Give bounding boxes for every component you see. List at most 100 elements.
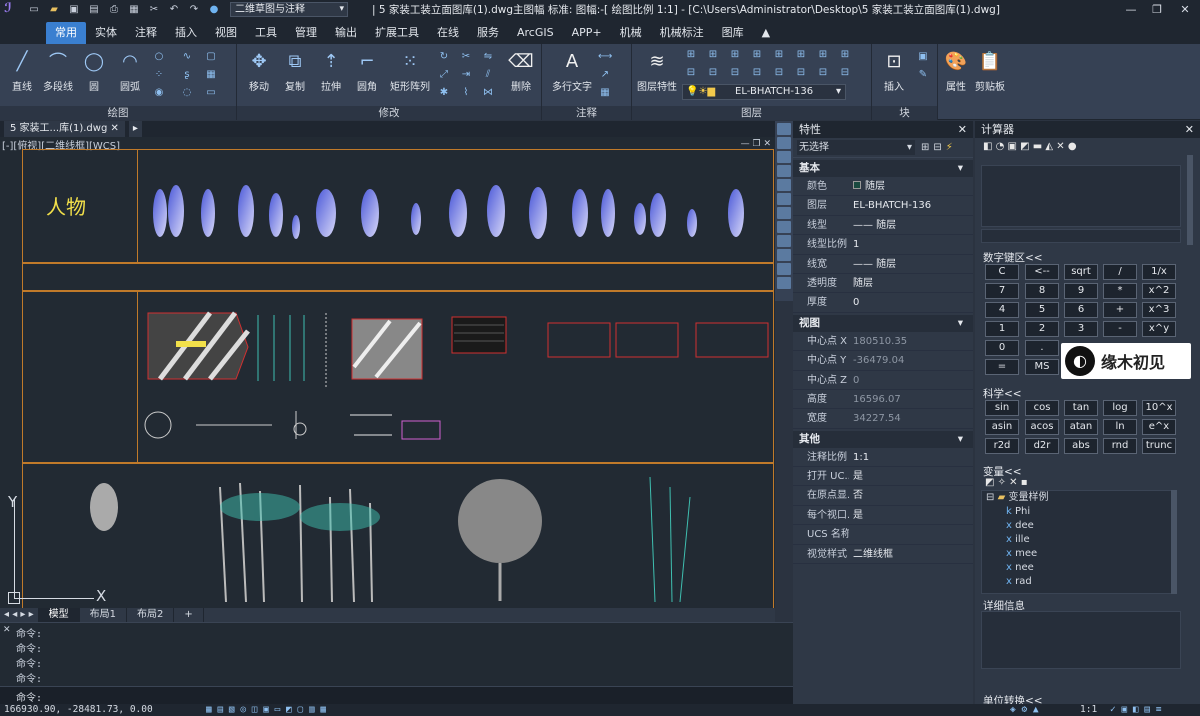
variable-item[interactable]: x ille [982, 533, 1176, 547]
print-icon[interactable]: ⎙ [106, 2, 122, 16]
calc-key[interactable]: d2r [1025, 438, 1059, 454]
new-tab-button[interactable]: ▸ [128, 121, 142, 137]
line-button[interactable]: ╱ 直线 [4, 48, 40, 98]
calc-key[interactable]: e^x [1142, 419, 1176, 435]
sci-label[interactable]: 科学<< [983, 386, 1022, 401]
extend-icon[interactable]: ⇥ [459, 68, 473, 82]
scale-icon[interactable]: ⤢ [437, 68, 451, 82]
tab-mech-dimension[interactable]: 机械标注 [651, 22, 713, 44]
rectangle-icon[interactable]: ▢ [204, 50, 218, 64]
variable-item[interactable]: x mee [982, 547, 1176, 561]
new-file-icon[interactable]: ▭ [26, 2, 42, 16]
table-icon[interactable]: ▦ [598, 86, 612, 100]
rect-array-button[interactable]: ⁙ 矩形阵列 [387, 48, 433, 98]
mirror-icon[interactable]: ⇋ [481, 50, 495, 64]
undo-icon[interactable]: ↶ [166, 2, 182, 16]
mtext-button[interactable]: A 多行文字 [550, 48, 594, 98]
document-tab[interactable]: 5 家装工...库(1).dwg ✕ [4, 121, 125, 137]
calc-key[interactable]: abs [1064, 438, 1098, 454]
point-icon[interactable]: ⁘ [152, 68, 166, 82]
region-icon[interactable]: ◌ [180, 86, 194, 100]
tool-icon[interactable] [777, 221, 791, 233]
calc-key[interactable]: 4 [985, 302, 1019, 318]
tool-icon[interactable] [777, 179, 791, 191]
calc-input[interactable] [981, 229, 1181, 243]
section-view[interactable]: 视图 [793, 314, 973, 332]
circle-button[interactable]: ◯ 圆 [76, 48, 112, 98]
layer-tool-icon[interactable]: ⊞ [772, 48, 786, 62]
variable-tree[interactable]: ⊟ ▰ 变量样例 k Phi x dee x ille x mee x nee … [981, 490, 1177, 594]
cut-icon[interactable]: ✂ [146, 2, 162, 16]
layer-tool-icon[interactable]: ⊟ [684, 66, 698, 80]
open-folder-icon[interactable]: ▰ [46, 2, 62, 16]
calc-key[interactable]: <-- [1025, 264, 1059, 280]
tab-manage[interactable]: 管理 [286, 22, 326, 44]
layer-tool-icon[interactable]: ⊞ [816, 48, 830, 62]
calc-key[interactable]: - [1103, 321, 1137, 337]
layer-tool-icon[interactable]: ⊟ [750, 66, 764, 80]
tool-icon[interactable] [777, 249, 791, 261]
erase-button[interactable]: ⌫ 删除 [503, 48, 539, 98]
save-icon[interactable]: ▣ [66, 2, 82, 16]
tab-online[interactable]: 在线 [428, 22, 468, 44]
calc-key[interactable]: log [1103, 400, 1137, 416]
annotation-scale[interactable]: 1:1 [1080, 704, 1097, 716]
tab-nav-arrows[interactable]: ◂ ◂ ▸ ▸ [0, 608, 39, 622]
numpad-label[interactable]: 数字键区<< [983, 250, 1043, 265]
calc-key[interactable]: . [1025, 340, 1059, 356]
selection-select[interactable]: 无选择 ▾ [797, 140, 915, 155]
tab-app-plus[interactable]: APP+ [563, 22, 611, 44]
pickadd-icon[interactable]: ⚡ [946, 142, 953, 153]
tab-output[interactable]: 输出 [326, 22, 366, 44]
calculator-toolbar[interactable]: ◧ ◔ ▣ ◩ ▬ ◭ ✕ ● [983, 141, 1077, 152]
tab-layout1[interactable]: 布局1 [80, 608, 127, 622]
explode-icon[interactable]: ✱ [437, 86, 451, 100]
layer-tool-icon[interactable]: ⊞ [684, 48, 698, 62]
tab-solid[interactable]: 实体 [86, 22, 126, 44]
fillet-button[interactable]: ⌐ 圆角 [349, 48, 385, 98]
calc-key[interactable]: sqrt [1064, 264, 1098, 280]
scrollbar[interactable] [1187, 155, 1193, 245]
trim-icon[interactable]: ✂ [459, 50, 473, 64]
stretch-button[interactable]: ⇡ 拉伸 [313, 48, 349, 98]
calc-key[interactable]: 8 [1025, 283, 1059, 299]
calc-history[interactable] [981, 165, 1181, 227]
quick-select-icon[interactable]: ⊞ [921, 142, 929, 153]
calc-key[interactable]: 3 [1064, 321, 1098, 337]
break-icon[interactable]: ⌇ [459, 86, 473, 100]
layer-tool-icon[interactable]: ⊟ [706, 66, 720, 80]
close-icon[interactable]: ✕ [958, 121, 967, 138]
tab-library[interactable]: 图库 [713, 22, 753, 44]
create-block-icon[interactable]: ▣ [916, 50, 930, 64]
layer-tool-icon[interactable]: ⊞ [750, 48, 764, 62]
tab-add-layout[interactable]: + [174, 608, 204, 622]
drawing-canvas[interactable]: [-][俯视][二维线框][WCS] — ❐ ✕ 人物 Y X [0, 137, 775, 608]
variable-item[interactable]: x nee [982, 561, 1176, 575]
tool-icon[interactable] [777, 123, 791, 135]
calc-key[interactable]: tan [1064, 400, 1098, 416]
plot-icon[interactable]: ▦ [126, 2, 142, 16]
offset-icon[interactable]: ⫽ [481, 68, 495, 82]
close-icon[interactable]: ✕ [3, 625, 11, 635]
boundary-icon[interactable]: ▭ [204, 86, 218, 100]
calc-key[interactable]: MS [1025, 359, 1059, 375]
calc-key[interactable]: asin [985, 419, 1019, 435]
tool-icon[interactable] [777, 207, 791, 219]
tool-icon[interactable] [777, 277, 791, 289]
tool-icon[interactable] [777, 151, 791, 163]
calc-key[interactable]: 9 [1064, 283, 1098, 299]
calc-key[interactable]: r2d [985, 438, 1019, 454]
calc-key[interactable]: x^y [1142, 321, 1176, 337]
polyline-button[interactable]: ⌒ 多段线 [40, 48, 76, 98]
layer-tool-icon[interactable]: ⊟ [794, 66, 808, 80]
linear-dimension-icon[interactable]: ⟷ [598, 50, 612, 64]
globe-icon[interactable]: ● [206, 2, 222, 16]
redo-icon[interactable]: ↷ [186, 2, 202, 16]
variable-toolbar[interactable]: ◩ ✧ ✕ ▪ [985, 477, 1028, 488]
section-other[interactable]: 其他 [793, 430, 973, 448]
tab-view[interactable]: 视图 [206, 22, 246, 44]
layer-tool-icon[interactable]: ⊟ [772, 66, 786, 80]
ribbon-toggle-icon[interactable]: ▲ [753, 22, 779, 44]
join-icon[interactable]: ⋈ [481, 86, 495, 100]
layer-tool-icon[interactable]: ⊟ [838, 66, 852, 80]
